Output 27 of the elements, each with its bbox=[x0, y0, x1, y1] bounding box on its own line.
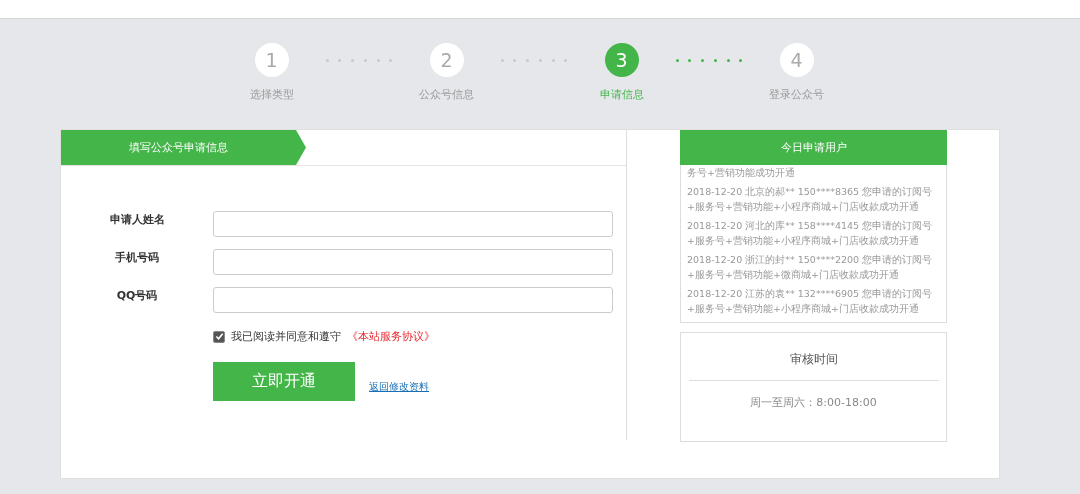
input-field[interactable] bbox=[213, 249, 613, 275]
step-label: 登录公众号 bbox=[769, 87, 824, 102]
review-hours: 周一至周六：8:00-18:00 bbox=[750, 395, 877, 410]
step-label: 申请信息 bbox=[599, 87, 644, 102]
feed-item: 2018-12-20 北京的郝** 150****8365 您申请的订阅号+服务号+营销功能+小程序商城+门店收款成功开通 bbox=[687, 185, 934, 214]
checkbox[interactable] bbox=[213, 330, 225, 343]
step-number: 3 bbox=[604, 43, 639, 77]
step-number: 2 bbox=[429, 43, 464, 77]
feed-item: 2018-12-20 浙江的封** 150****2200 您申请的订阅号+服务号+营销功能+微商城+门店收款成功开通 bbox=[687, 253, 934, 282]
input-field[interactable] bbox=[213, 211, 613, 237]
review-title: 审核时间 bbox=[789, 351, 838, 368]
step-number: 1 bbox=[254, 43, 289, 77]
field-label: QQ号码 bbox=[115, 287, 159, 303]
agreement-link[interactable]: 《本站服务协议》 bbox=[347, 329, 435, 344]
input-field[interactable] bbox=[213, 287, 613, 313]
step-label: 公众号信息 bbox=[419, 87, 474, 102]
feed-header: 今日申请用户 bbox=[680, 130, 947, 165]
submit-button[interactable]: 立即开通 bbox=[213, 362, 355, 401]
step-label: 选择类型 bbox=[249, 87, 294, 102]
feed-item: 务号+营销功能成功开通 bbox=[687, 166, 796, 180]
feed-item: 2018-12-20 江苏的袁** 132****6905 您申请的订阅号+服务号+营销功能+小程序商城+门店收款成功开通 bbox=[687, 287, 934, 316]
back-link[interactable]: 返回修改资料 bbox=[369, 379, 429, 394]
agreement-text: 我已阅读并同意和遵守 bbox=[231, 329, 341, 344]
field-label: 申请人姓名 bbox=[108, 211, 166, 227]
step-number: 4 bbox=[779, 43, 814, 77]
feed-item: 2018-12-20 河北的库** 158****4145 您申请的订阅号+服务号+营销功能+小程序商城+门店收款成功开通 bbox=[687, 219, 934, 248]
field-label: 手机号码 bbox=[114, 249, 160, 265]
